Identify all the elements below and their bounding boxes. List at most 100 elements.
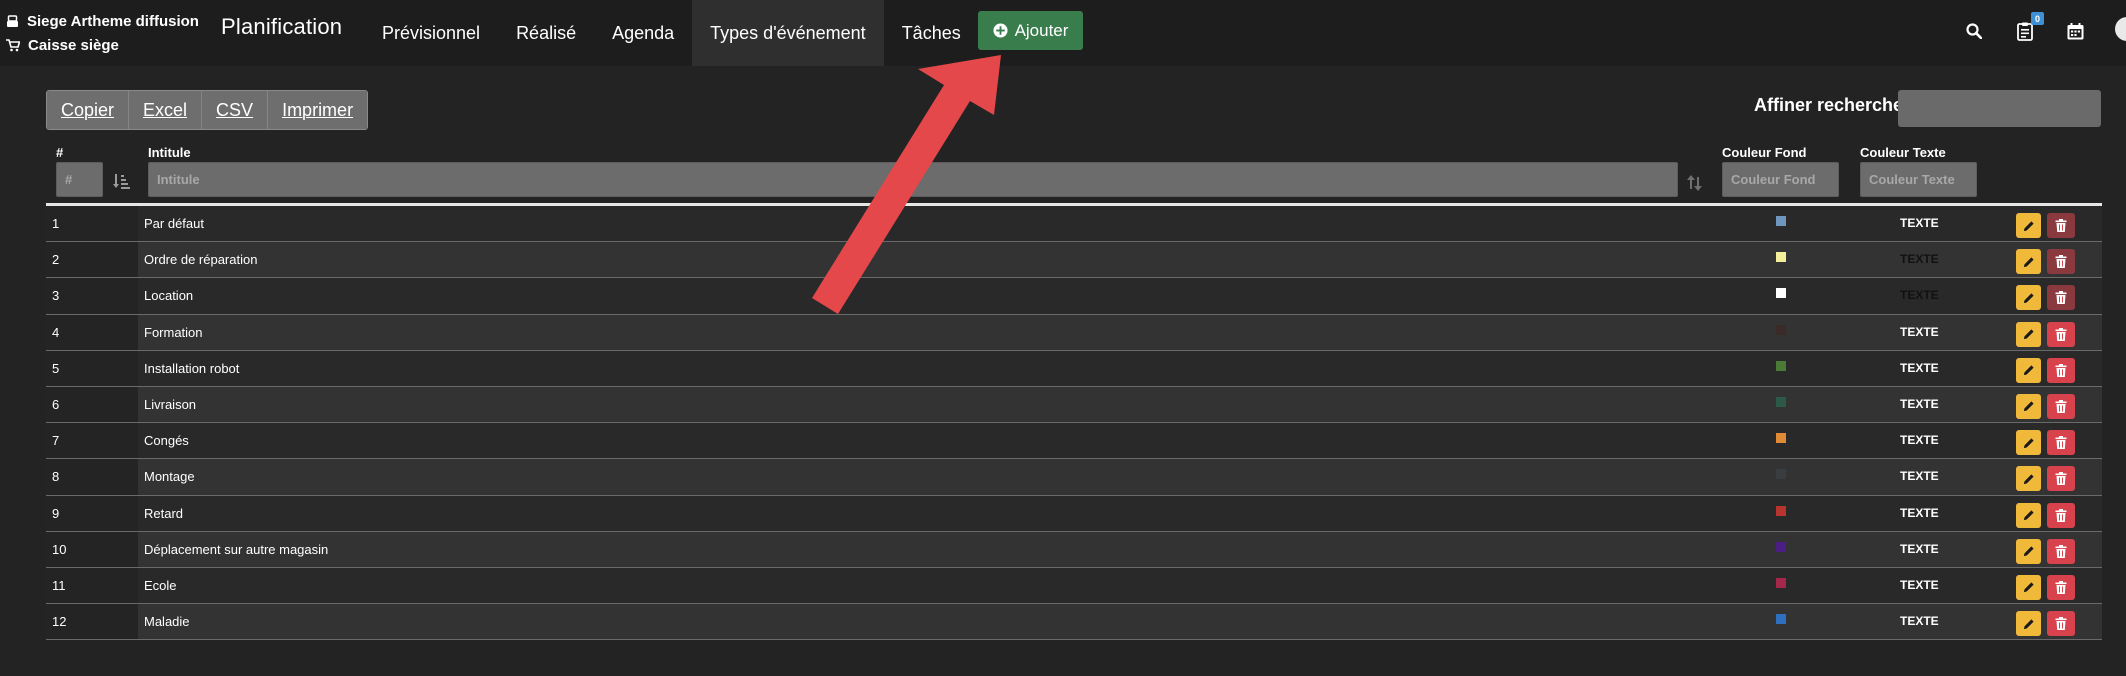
bg-color-swatch bbox=[1776, 614, 1786, 625]
edit-button[interactable] bbox=[2016, 213, 2041, 238]
pencil-icon bbox=[2023, 474, 2034, 484]
text-color-preview: TEXTE bbox=[1900, 360, 1939, 375]
filter-input[interactable] bbox=[1898, 90, 2101, 127]
store-info: Siege Artheme diffusion Caisse siège bbox=[6, 9, 199, 57]
row-num: 9 bbox=[52, 505, 60, 521]
table-row[interactable]: 6 Livraison TEXTE bbox=[46, 386, 2102, 424]
edit-button[interactable] bbox=[2016, 502, 2041, 528]
table-row[interactable]: 3 Location TEXTE bbox=[46, 278, 2102, 315]
table-row[interactable]: 10 Déplacement sur autre magasin TEXTE bbox=[46, 531, 2102, 568]
trash-icon bbox=[2055, 508, 2067, 522]
edit-button[interactable] bbox=[2016, 466, 2041, 492]
delete-button[interactable] bbox=[2047, 466, 2075, 492]
sort-icon[interactable] bbox=[113, 172, 131, 190]
edit-button[interactable] bbox=[2016, 538, 2041, 564]
text-color-preview: TEXTE bbox=[1900, 433, 1939, 448]
table-row[interactable]: 1 Par défaut TEXTE bbox=[46, 206, 2102, 243]
row-num: 2 bbox=[52, 252, 60, 268]
csv-button[interactable]: CSV bbox=[202, 91, 269, 129]
bg-color-swatch bbox=[1776, 469, 1786, 480]
table-row[interactable]: 9 Retard TEXTE bbox=[46, 495, 2102, 532]
filter-label: Affiner recherche bbox=[1754, 95, 1904, 115]
notification-badge: 0 bbox=[2031, 12, 2044, 25]
table-row[interactable]: 12 Maladie TEXTE bbox=[46, 604, 2102, 641]
nav-types-evenement[interactable]: Types d'événement bbox=[692, 0, 884, 66]
row-label: Déplacement sur autre magasin bbox=[144, 541, 329, 557]
title-filter-input[interactable]: Intitule bbox=[148, 162, 1678, 197]
pencil-icon bbox=[2023, 329, 2034, 340]
delete-button[interactable] bbox=[2047, 502, 2075, 528]
edit-button[interactable] bbox=[2016, 285, 2041, 311]
delete-button[interactable] bbox=[2047, 285, 2075, 311]
num-filter-input[interactable]: # bbox=[56, 162, 103, 197]
bg-color-swatch bbox=[1776, 288, 1786, 299]
store-name: Siege Artheme diffusion bbox=[27, 12, 199, 30]
pencil-icon bbox=[2023, 438, 2034, 448]
text-color-preview: TEXTE bbox=[1900, 288, 1939, 303]
delete-button[interactable] bbox=[2047, 430, 2075, 456]
row-label: Montage bbox=[144, 469, 195, 485]
bg-color-swatch bbox=[1776, 577, 1786, 588]
row-num: 11 bbox=[52, 577, 66, 593]
text-color-filter-input[interactable]: Couleur Texte bbox=[1860, 162, 1977, 197]
table-row[interactable]: 2 Ordre de réparation TEXTE bbox=[46, 242, 2102, 279]
print-button[interactable]: Imprimer bbox=[268, 91, 368, 129]
edit-button[interactable] bbox=[2016, 321, 2041, 347]
delete-button[interactable] bbox=[2047, 321, 2075, 347]
row-label: Formation bbox=[144, 324, 203, 340]
header-bg-color: Couleur Fond bbox=[1722, 145, 1807, 160]
text-color-preview: TEXTE bbox=[1900, 324, 1939, 339]
bg-color-filter-input[interactable]: Couleur Fond bbox=[1722, 162, 1839, 197]
table-row[interactable]: 8 Montage TEXTE bbox=[46, 459, 2102, 496]
delete-button[interactable] bbox=[2047, 249, 2075, 275]
edit-button[interactable] bbox=[2016, 574, 2041, 600]
row-num-cell bbox=[46, 206, 138, 242]
table-row[interactable]: 7 Congés TEXTE bbox=[46, 423, 2102, 460]
add-button-label: Ajouter bbox=[1014, 20, 1069, 40]
plus-circle-icon bbox=[993, 23, 1008, 38]
delete-button[interactable] bbox=[2047, 213, 2075, 238]
trash-icon bbox=[2055, 363, 2067, 377]
row-label: Retard bbox=[144, 505, 184, 521]
add-button[interactable]: Ajouter bbox=[978, 11, 1083, 50]
row-num: 1 bbox=[52, 216, 60, 231]
pencil-icon bbox=[2023, 365, 2034, 376]
excel-button[interactable]: Excel bbox=[129, 91, 203, 129]
edit-button[interactable] bbox=[2016, 393, 2041, 419]
table-row[interactable]: 5 Installation robot TEXTE bbox=[46, 350, 2102, 387]
trash-icon bbox=[2055, 327, 2067, 341]
row-num-cell bbox=[46, 495, 138, 531]
copy-button[interactable]: Copier bbox=[47, 91, 130, 129]
nav-realise[interactable]: Réalisé bbox=[498, 0, 594, 66]
avatar[interactable] bbox=[2115, 17, 2126, 41]
store-selector[interactable]: Siege Artheme diffusion bbox=[6, 9, 199, 33]
delete-button[interactable] bbox=[2047, 611, 2075, 637]
nav-agenda[interactable]: Agenda bbox=[594, 0, 692, 66]
trash-icon bbox=[2055, 580, 2067, 594]
row-label: Par défaut bbox=[144, 216, 204, 231]
search-button[interactable] bbox=[1961, 18, 1987, 44]
row-num-cell bbox=[46, 423, 138, 459]
edit-button[interactable] bbox=[2016, 357, 2041, 383]
main-nav: Prévisionnel Réalisé Agenda Types d'évén… bbox=[364, 0, 979, 66]
app-brand[interactable]: Planification bbox=[221, 14, 342, 40]
sort-icon[interactable] bbox=[1686, 174, 1704, 192]
nav-taches[interactable]: Tâches bbox=[884, 0, 979, 66]
edit-button[interactable] bbox=[2016, 430, 2041, 456]
text-color-preview: TEXTE bbox=[1900, 252, 1939, 267]
bg-color-swatch bbox=[1776, 396, 1786, 407]
nav-previsionnel[interactable]: Prévisionnel bbox=[364, 0, 498, 66]
table-row[interactable]: 4 Formation TEXTE bbox=[46, 314, 2102, 351]
edit-button[interactable] bbox=[2016, 249, 2041, 275]
delete-button[interactable] bbox=[2047, 538, 2075, 564]
row-num-cell bbox=[46, 350, 138, 386]
delete-button[interactable] bbox=[2047, 357, 2075, 383]
register-selector[interactable]: Caisse siège bbox=[6, 33, 199, 57]
delete-button[interactable] bbox=[2047, 393, 2075, 419]
header-num: # bbox=[56, 145, 64, 160]
edit-button[interactable] bbox=[2016, 611, 2041, 637]
calendar-button[interactable] bbox=[2062, 18, 2088, 44]
table-row[interactable]: 11 Ecole TEXTE bbox=[46, 567, 2102, 605]
delete-button[interactable] bbox=[2047, 574, 2075, 600]
row-label: Installation robot bbox=[144, 360, 240, 376]
